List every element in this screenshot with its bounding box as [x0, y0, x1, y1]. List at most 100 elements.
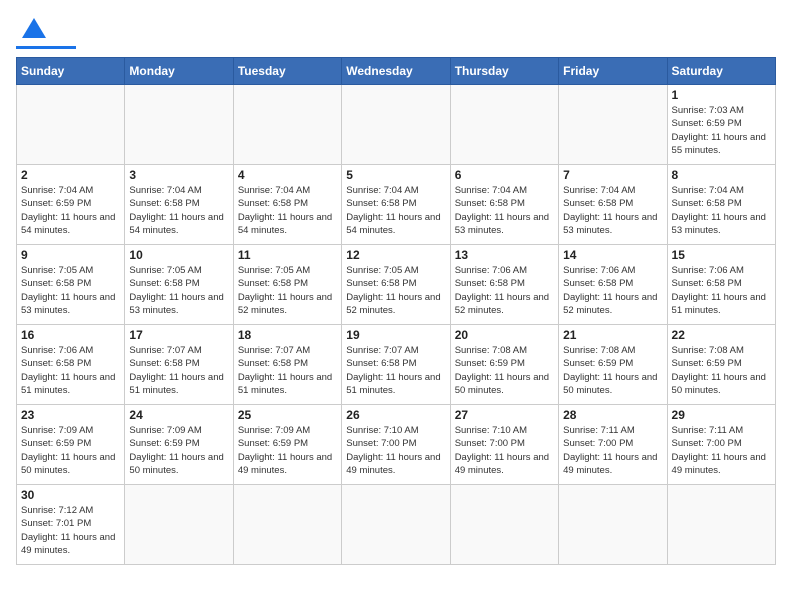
day-info: Sunrise: 7:04 AM Sunset: 6:58 PM Dayligh… — [129, 184, 228, 237]
day-info: Sunrise: 7:06 AM Sunset: 6:58 PM Dayligh… — [21, 344, 120, 397]
calendar-row: 30Sunrise: 7:12 AM Sunset: 7:01 PM Dayli… — [17, 485, 776, 565]
day-number: 5 — [346, 168, 445, 182]
day-info: Sunrise: 7:07 AM Sunset: 6:58 PM Dayligh… — [238, 344, 337, 397]
calendar-cell: 14 Sunrise: 7:06 AM Sunset: 6:58 PM Dayli… — [559, 245, 667, 325]
calendar-row: 16Sunrise: 7:06 AM Sunset: 6:58 PM Dayli… — [17, 325, 776, 405]
calendar-cell: 3 Sunrise: 7:04 AM Sunset: 6:58 PM Daylig… — [125, 165, 233, 245]
day-info: Sunrise: 7:08 AM Sunset: 6:59 PM Dayligh… — [455, 344, 554, 397]
day-number: 21 — [563, 328, 662, 342]
day-number: 28 — [563, 408, 662, 422]
day-number: 25 — [238, 408, 337, 422]
day-number: 27 — [455, 408, 554, 422]
header-day: Friday — [559, 58, 667, 85]
calendar-cell — [667, 485, 775, 565]
calendar-cell — [125, 485, 233, 565]
day-number: 9 — [21, 248, 120, 262]
calendar-cell: 20Sunrise: 7:08 AM Sunset: 6:59 PM Dayli… — [450, 325, 558, 405]
header-day: Sunday — [17, 58, 125, 85]
calendar-cell: 4 Sunrise: 7:04 AM Sunset: 6:58 PM Daylig… — [233, 165, 341, 245]
day-info: Sunrise: 7:06 AM Sunset: 6:58 PM Dayligh… — [563, 264, 662, 317]
day-number: 14 — [563, 248, 662, 262]
header-day: Saturday — [667, 58, 775, 85]
day-info: Sunrise: 7:07 AM Sunset: 6:58 PM Dayligh… — [346, 344, 445, 397]
calendar-cell — [450, 85, 558, 165]
header-row: SundayMondayTuesdayWednesdayThursdayFrid… — [17, 58, 776, 85]
day-info: Sunrise: 7:04 AM Sunset: 6:58 PM Dayligh… — [672, 184, 771, 237]
day-info: Sunrise: 7:03 AM Sunset: 6:59 PM Dayligh… — [672, 104, 771, 157]
calendar-cell: 5Sunrise: 7:04 AM Sunset: 6:58 PM Daylig… — [342, 165, 450, 245]
calendar-cell: 21 Sunrise: 7:08 AM Sunset: 6:59 PM Dayli… — [559, 325, 667, 405]
calendar-cell: 7 Sunrise: 7:04 AM Sunset: 6:58 PM Daylig… — [559, 165, 667, 245]
calendar-row: 1Sunrise: 7:03 AM Sunset: 6:59 PM Daylig… — [17, 85, 776, 165]
calendar-cell: 10 Sunrise: 7:05 AM Sunset: 6:58 PM Dayli… — [125, 245, 233, 325]
day-number: 3 — [129, 168, 228, 182]
calendar-cell — [559, 485, 667, 565]
day-info: Sunrise: 7:04 AM Sunset: 6:58 PM Dayligh… — [563, 184, 662, 237]
day-number: 23 — [21, 408, 120, 422]
calendar-cell: 17Sunrise: 7:07 AM Sunset: 6:58 PM Dayli… — [125, 325, 233, 405]
day-number: 7 — [563, 168, 662, 182]
calendar-cell — [450, 485, 558, 565]
day-number: 8 — [672, 168, 771, 182]
calendar-row: 23 Sunrise: 7:09 AM Sunset: 6:59 PM Dayli… — [17, 405, 776, 485]
logo-icon — [20, 16, 48, 44]
page-header — [16, 16, 776, 49]
calendar-cell: 15 Sunrise: 7:06 AM Sunset: 6:58 PM Dayli… — [667, 245, 775, 325]
calendar-cell: 23Sunrise: 7:09 AM Sunset: 6:59 PM Dayli… — [17, 405, 125, 485]
calendar-cell: 25 Sunrise: 7:09 AM Sunset: 6:59 PM Dayli… — [233, 405, 341, 485]
calendar-cell — [342, 85, 450, 165]
day-number: 10 — [129, 248, 228, 262]
day-info: Sunrise: 7:09 AM Sunset: 6:59 PM Dayligh… — [238, 424, 337, 477]
day-info: Sunrise: 7:11 AM Sunset: 7:00 PM Dayligh… — [563, 424, 662, 477]
header-day: Tuesday — [233, 58, 341, 85]
day-info: Sunrise: 7:04 AM Sunset: 6:58 PM Dayligh… — [455, 184, 554, 237]
day-number: 13 — [455, 248, 554, 262]
day-info: Sunrise: 7:09 AM Sunset: 6:59 PM Dayligh… — [129, 424, 228, 477]
calendar-cell: 1Sunrise: 7:03 AM Sunset: 6:59 PM Daylig… — [667, 85, 775, 165]
day-number: 22 — [672, 328, 771, 342]
day-number: 6 — [455, 168, 554, 182]
header-day: Thursday — [450, 58, 558, 85]
day-number: 18 — [238, 328, 337, 342]
day-info: Sunrise: 7:05 AM Sunset: 6:58 PM Dayligh… — [238, 264, 337, 317]
day-info: Sunrise: 7:05 AM Sunset: 6:58 PM Dayligh… — [346, 264, 445, 317]
calendar-cell: 26 Sunrise: 7:10 AM Sunset: 7:00 PM Dayli… — [342, 405, 450, 485]
header-day: Monday — [125, 58, 233, 85]
day-info: Sunrise: 7:08 AM Sunset: 6:59 PM Dayligh… — [672, 344, 771, 397]
calendar-cell: 19 Sunrise: 7:07 AM Sunset: 6:58 PM Dayli… — [342, 325, 450, 405]
calendar-cell: 28 Sunrise: 7:11 AM Sunset: 7:00 PM Dayli… — [559, 405, 667, 485]
logo — [16, 16, 76, 49]
calendar-table: SundayMondayTuesdayWednesdayThursdayFrid… — [16, 57, 776, 565]
day-info: Sunrise: 7:04 AM Sunset: 6:58 PM Dayligh… — [238, 184, 337, 237]
calendar-cell — [233, 85, 341, 165]
calendar-cell — [17, 85, 125, 165]
calendar-cell: 22 Sunrise: 7:08 AM Sunset: 6:59 PM Dayli… — [667, 325, 775, 405]
calendar-cell: 24 Sunrise: 7:09 AM Sunset: 6:59 PM Dayli… — [125, 405, 233, 485]
day-number: 19 — [346, 328, 445, 342]
day-info: Sunrise: 7:04 AM Sunset: 6:59 PM Dayligh… — [21, 184, 120, 237]
calendar-cell: 16Sunrise: 7:06 AM Sunset: 6:58 PM Dayli… — [17, 325, 125, 405]
day-number: 30 — [21, 488, 120, 502]
calendar-cell: 8 Sunrise: 7:04 AM Sunset: 6:58 PM Daylig… — [667, 165, 775, 245]
day-number: 15 — [672, 248, 771, 262]
calendar-row: 9 Sunrise: 7:05 AM Sunset: 6:58 PM Daylig… — [17, 245, 776, 325]
day-info: Sunrise: 7:05 AM Sunset: 6:58 PM Dayligh… — [129, 264, 228, 317]
day-number: 24 — [129, 408, 228, 422]
calendar-row: 2Sunrise: 7:04 AM Sunset: 6:59 PM Daylig… — [17, 165, 776, 245]
header-day: Wednesday — [342, 58, 450, 85]
calendar-cell: 6 Sunrise: 7:04 AM Sunset: 6:58 PM Daylig… — [450, 165, 558, 245]
calendar-cell: 27 Sunrise: 7:10 AM Sunset: 7:00 PM Dayli… — [450, 405, 558, 485]
day-info: Sunrise: 7:10 AM Sunset: 7:00 PM Dayligh… — [455, 424, 554, 477]
day-number: 4 — [238, 168, 337, 182]
day-number: 26 — [346, 408, 445, 422]
day-info: Sunrise: 7:06 AM Sunset: 6:58 PM Dayligh… — [672, 264, 771, 317]
day-info: Sunrise: 7:07 AM Sunset: 6:58 PM Dayligh… — [129, 344, 228, 397]
day-info: Sunrise: 7:10 AM Sunset: 7:00 PM Dayligh… — [346, 424, 445, 477]
calendar-cell — [342, 485, 450, 565]
calendar-cell: 12Sunrise: 7:05 AM Sunset: 6:58 PM Dayli… — [342, 245, 450, 325]
calendar-cell — [233, 485, 341, 565]
day-number: 29 — [672, 408, 771, 422]
day-info: Sunrise: 7:08 AM Sunset: 6:59 PM Dayligh… — [563, 344, 662, 397]
calendar-cell: 13Sunrise: 7:06 AM Sunset: 6:58 PM Dayli… — [450, 245, 558, 325]
day-info: Sunrise: 7:11 AM Sunset: 7:00 PM Dayligh… — [672, 424, 771, 477]
